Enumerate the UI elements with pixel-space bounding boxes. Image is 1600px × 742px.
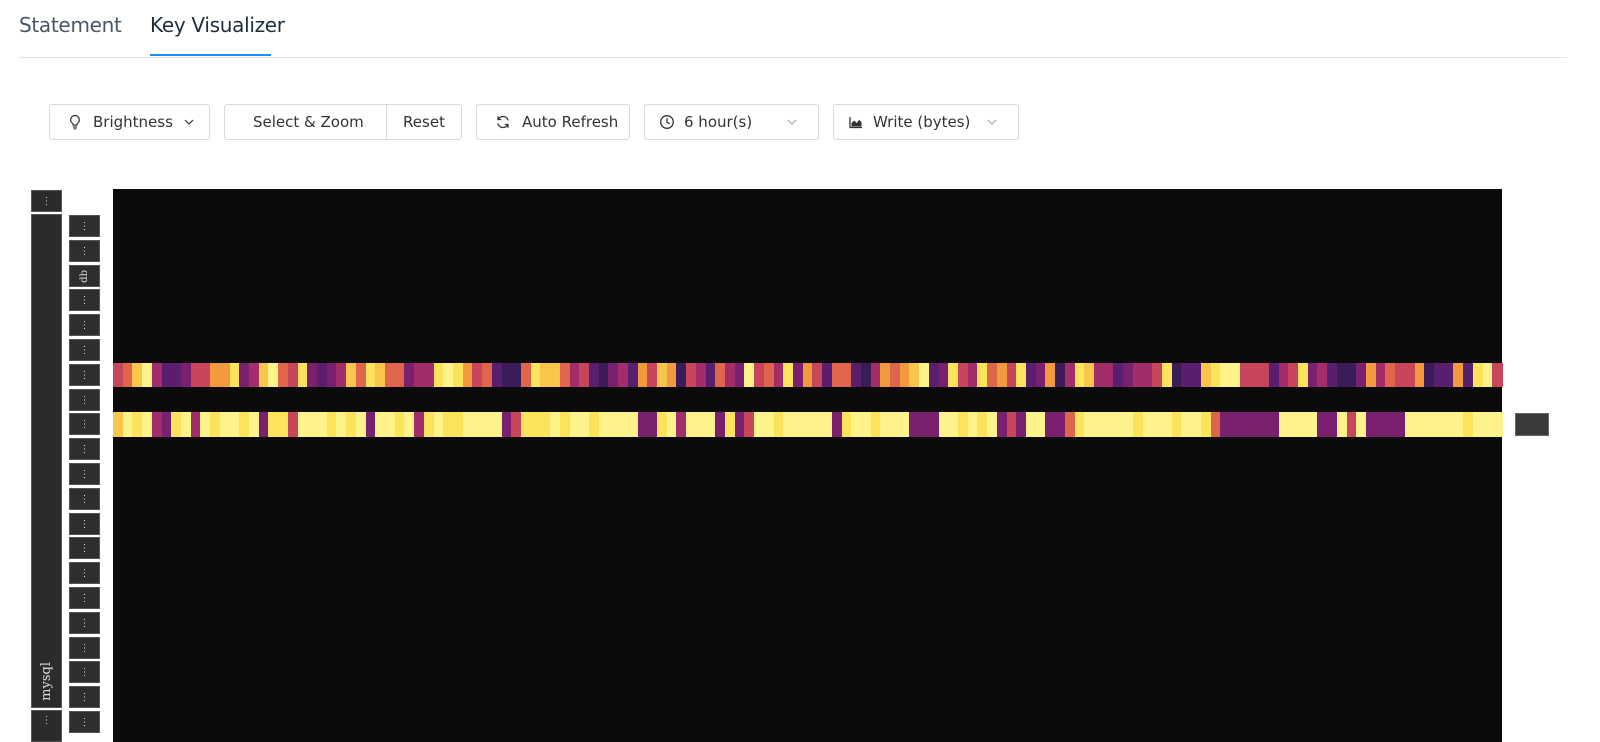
key-axis-inner-cell[interactable]: ⋮: [69, 413, 100, 435]
key-axis-inner-cell[interactable]: ⋮: [69, 463, 100, 485]
zoom-button-group: Select & Zoom Reset: [224, 104, 462, 141]
key-axis-inner-cell[interactable]: ⋮: [69, 314, 100, 336]
time-range-value: 6 hour(s): [684, 113, 753, 131]
key-axis-inner-label: ⋮: [79, 542, 90, 554]
key-axis-inner-label: ⋮: [79, 493, 90, 505]
key-axis-inner-cell[interactable]: ⋮: [69, 587, 100, 609]
key-axis-inner-cell[interactable]: ⋮: [69, 389, 100, 411]
key-axis-outer-top[interactable]: ⋮: [31, 190, 62, 212]
key-axis-inner-cell[interactable]: ⋮: [69, 438, 100, 460]
key-axis-inner-cell[interactable]: ⋮: [69, 513, 100, 535]
reset-button[interactable]: Reset: [386, 105, 461, 139]
key-axis-inner-label: ⋮: [79, 617, 90, 629]
key-axis-inner-cell[interactable]: ⋮: [69, 364, 100, 386]
key-axis-inner-label: ⋮: [79, 220, 90, 232]
key-axis-inner-cell[interactable]: ⋮: [69, 686, 100, 708]
heatmap-canvas[interactable]: [113, 189, 1503, 742]
metric-select[interactable]: Write (bytes): [833, 104, 1019, 140]
reset-label: Reset: [403, 113, 445, 131]
tab-bar: Statement Key Visualizer: [19, 0, 1567, 58]
key-axis-outer-bottom[interactable]: ⋮: [31, 710, 62, 742]
key-axis-inner-cell[interactable]: ⋮: [69, 637, 100, 659]
key-axis-inner-cell[interactable]: ⋮: [69, 711, 100, 733]
key-axis-inner-label: ⋮: [79, 567, 90, 579]
key-axis-inner-cell[interactable]: ⋮: [69, 562, 100, 584]
brightness-dropdown[interactable]: Brightness: [49, 104, 210, 140]
clock-icon: [659, 114, 675, 130]
key-axis-inner-label: ⋮: [79, 518, 90, 530]
key-axis-inner-label: ⋮: [79, 716, 90, 728]
metric-value: Write (bytes): [873, 113, 971, 131]
key-axis-db-mysql-label: mysql: [39, 662, 54, 701]
key-axis-inner-cell[interactable]: ⋮: [69, 612, 100, 634]
key-axis-inner-label: ⋮: [79, 418, 90, 430]
key-axis-inner-label: ⋮: [79, 468, 90, 480]
key-axis-inner-cell[interactable]: ⋮: [69, 215, 100, 237]
auto-refresh-button[interactable]: Auto Refresh: [476, 104, 630, 140]
heatmap-cell: [1492, 363, 1503, 387]
key-axis-inner-cell[interactable]: ⋮: [69, 661, 100, 683]
key-axis-db-mysql[interactable]: mysql: [31, 214, 62, 708]
key-axis-inner-cell[interactable]: ⋮: [69, 240, 100, 262]
heatmap-cell: [1492, 412, 1503, 437]
key-axis-inner-cell[interactable]: ⋮: [69, 289, 100, 311]
key-axis-inner-cell[interactable]: db: [69, 265, 100, 287]
select-zoom-label: Select & Zoom: [253, 113, 364, 131]
select-zoom-button[interactable]: Select & Zoom: [225, 105, 386, 141]
chevron-down-icon: [181, 114, 197, 130]
chevron-down-icon: [984, 114, 1000, 130]
area-chart-icon: [848, 114, 864, 130]
chevron-down-icon: [784, 114, 800, 130]
time-range-select[interactable]: 6 hour(s): [644, 104, 819, 140]
bulb-icon: [67, 114, 83, 130]
tab-key-visualizer[interactable]: Key Visualizer: [150, 13, 285, 37]
key-axis-outer-bottom-label: ⋮: [41, 715, 52, 726]
key-axis-inner-label: ⋮: [79, 344, 90, 356]
key-axis-inner-label: ⋮: [79, 319, 90, 331]
key-axis-inner-label: ⋮: [79, 592, 90, 604]
brightness-scale-marker[interactable]: [1515, 413, 1549, 436]
key-axis-inner-label: db: [79, 269, 90, 283]
key-axis-outer-top-label: ⋮: [41, 195, 52, 207]
key-axis-inner-label: ⋮: [79, 369, 90, 381]
key-axis-inner-cell[interactable]: ⋮: [69, 537, 100, 559]
refresh-icon: [495, 114, 511, 130]
key-axis-inner-label: ⋮: [79, 691, 90, 703]
key-axis-inner-label: ⋮: [79, 394, 90, 406]
key-axis-inner-cell[interactable]: ⋮: [69, 488, 100, 510]
key-axis-inner-cell[interactable]: ⋮: [69, 339, 100, 361]
key-axis-inner-label: ⋮: [79, 245, 90, 257]
key-axis-inner-label: ⋮: [79, 666, 90, 678]
brightness-label: Brightness: [93, 113, 173, 131]
key-axis-inner-label: ⋮: [79, 443, 90, 455]
key-axis-inner-label: ⋮: [79, 294, 90, 306]
tab-statement[interactable]: Statement: [19, 13, 122, 37]
active-tab-indicator: [150, 54, 271, 56]
auto-refresh-label: Auto Refresh: [522, 113, 619, 131]
key-axis-inner-label: ⋮: [79, 642, 90, 654]
